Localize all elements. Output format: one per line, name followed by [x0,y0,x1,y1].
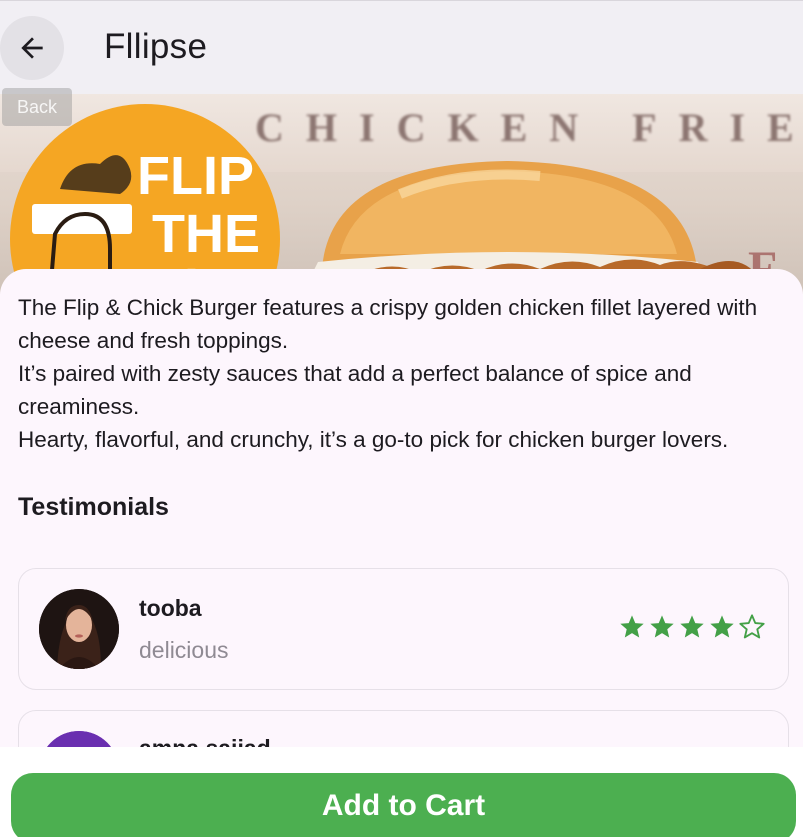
logo-text-flip: FLIP [137,146,254,206]
hero-illustration: FLIP THE BIRD F [10,104,777,294]
product-detail-screen: Fllipse CHICKEN FRIED FLIP THE BIRD F [0,0,803,837]
bottom-action-bar: Add to Cart [0,747,803,837]
app-bar: Fllipse [0,0,803,94]
back-button[interactable] [0,16,64,80]
product-description: The Flip & Chick Burger features a crisp… [18,291,788,456]
add-to-cart-button[interactable]: Add to Cart [11,773,796,837]
reviewer-name: tooba [139,595,202,621]
product-image: CHICKEN FRIED FLIP THE BIRD F [0,94,803,294]
product-detail-sheet: The Flip & Chick Burger features a crisp… [0,269,803,749]
testimonials-heading: Testimonials [18,493,169,521]
review-comment: delicious [139,637,229,663]
star-outline-icon [739,614,765,639]
star-rating [618,613,766,641]
star-icon [620,615,644,638]
description-line: It’s paired with zesty sauces that add a… [18,361,692,419]
arrow-left-icon [21,37,43,59]
review-card: tooba delicious [18,568,789,690]
star-icon [680,615,704,638]
avatar-image [39,589,119,669]
avatar [39,589,119,669]
review-card: amna sajjad [18,710,789,749]
star-icon [650,615,674,638]
star-icon [710,615,734,638]
logo-text-the: THE [152,204,260,264]
back-tooltip: Back [2,88,72,126]
page-title: Fllipse [104,27,208,66]
description-line: The Flip & Chick Burger features a crisp… [18,295,758,353]
description-line: Hearty, flavorful, and crunchy, it’s a g… [18,427,729,452]
